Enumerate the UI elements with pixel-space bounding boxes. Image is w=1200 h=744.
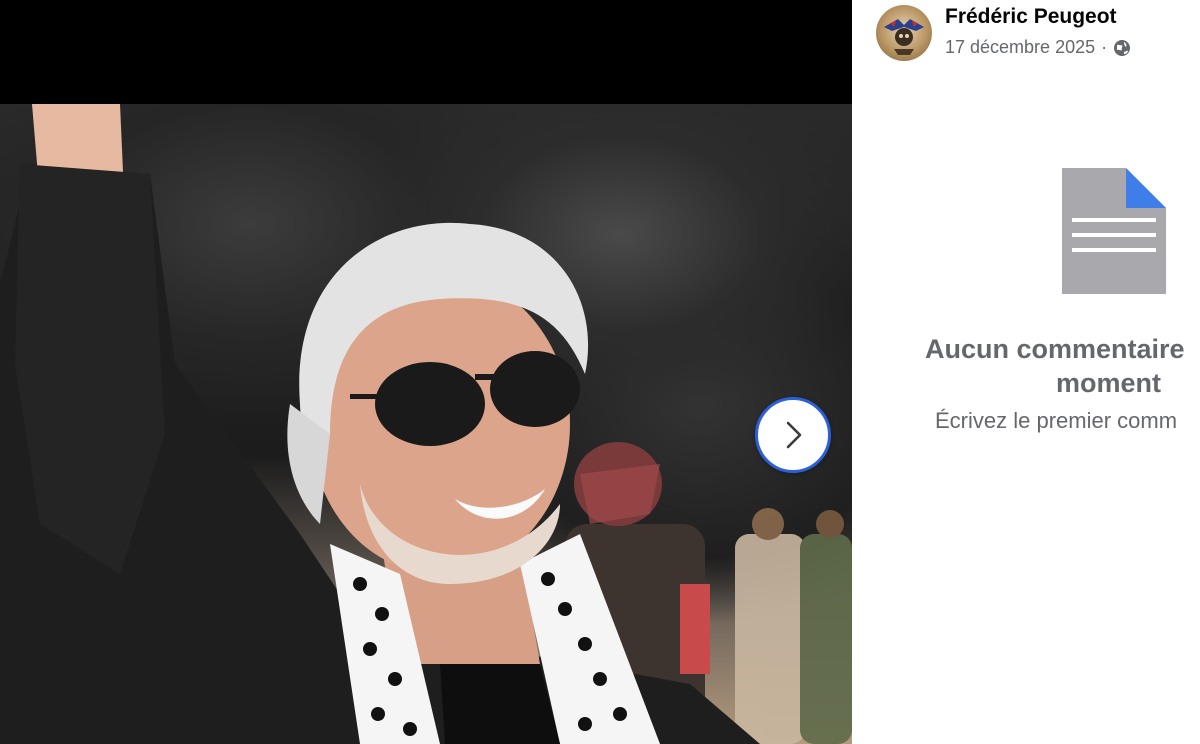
author-name[interactable]: Frédéric Peugeot	[945, 5, 1117, 29]
empty-title-line-1: Aucun commentaire	[925, 334, 1185, 364]
document-icon	[1062, 168, 1166, 294]
avatar-emblem	[884, 19, 924, 55]
globe-icon[interactable]	[1113, 39, 1131, 57]
empty-title-line-2: moment	[1056, 368, 1162, 398]
meta-separator: ·	[1101, 37, 1108, 57]
post-side-panel: Frédéric Peugeot 17 décembre 2025 · Aucu…	[852, 0, 1200, 744]
post-photo[interactable]	[0, 104, 852, 744]
post-date[interactable]: 17 décembre 2025	[945, 37, 1095, 58]
photo-illustration	[0, 104, 852, 744]
empty-comments-title: Aucun commentaire moment	[925, 332, 1200, 400]
post-meta: 17 décembre 2025 ·	[945, 37, 1131, 58]
next-photo-button[interactable]	[755, 397, 831, 473]
photo-viewer	[0, 0, 852, 744]
empty-comments-subtitle: Écrivez le premier comm	[935, 408, 1178, 433]
chevron-right-icon	[786, 421, 802, 449]
author-avatar[interactable]	[876, 5, 932, 61]
